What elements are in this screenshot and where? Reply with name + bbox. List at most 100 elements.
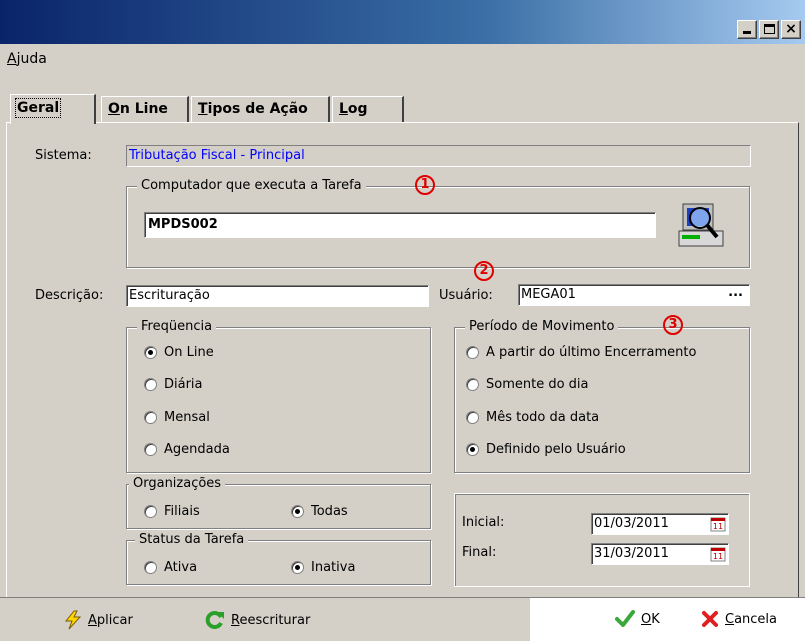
status-inativa-radio[interactable]: Inativa <box>291 560 355 575</box>
usuario-label: Usuário: <box>439 288 493 303</box>
status-ativa-radio[interactable]: Ativa <box>144 560 197 575</box>
sistema-field: Tributação Fiscal - Principal <box>126 145 751 167</box>
ok-button[interactable]: OK <box>615 610 660 628</box>
svg-text:11: 11 <box>713 522 723 531</box>
final-label: Final: <box>462 545 497 560</box>
datas-panel <box>454 493 750 587</box>
minimize-icon <box>743 31 751 34</box>
calendar-icon[interactable]: 11 <box>710 516 726 532</box>
radio-selected-icon <box>144 346 157 359</box>
organizacoes-todas-radio[interactable]: Todas <box>291 504 348 519</box>
annotation-1-badge: 1 <box>415 175 435 195</box>
radio-icon <box>144 378 157 391</box>
periodo-legend: Período de Movimento <box>465 319 619 334</box>
descricao-input[interactable]: Escrituração <box>126 285 429 307</box>
periodo-definido-usuario-radio[interactable]: Definido pelo Usuário <box>466 442 626 457</box>
final-value: 31/03/2011 <box>594 546 669 561</box>
periodo-somente-dia-radio[interactable]: Somente do dia <box>466 377 589 392</box>
maximize-button[interactable] <box>759 20 779 39</box>
footer-toolbar: Aplicar Reescriturar OK Cancela <box>0 597 805 642</box>
inicial-label: Inicial: <box>462 515 505 530</box>
tab-log-mnemonic: L <box>339 101 348 117</box>
radio-icon <box>144 561 157 574</box>
periodo-opt4-label: Definido pelo Usuário <box>486 442 626 457</box>
title-bar: × <box>0 0 805 44</box>
aplicar-mnemonic: A <box>88 612 97 628</box>
radio-icon <box>466 346 479 359</box>
refresh-icon <box>205 611 224 629</box>
tab-online[interactable]: On Line <box>101 96 189 122</box>
radio-icon <box>144 505 157 518</box>
reescriturar-label: eescriturar <box>239 612 311 628</box>
tab-tipos-de-acao[interactable]: Tipos de Ação <box>191 96 330 122</box>
ok-label: K <box>651 611 660 627</box>
cancel-x-icon <box>702 611 718 627</box>
periodo-ultimo-encerramento-radio[interactable]: A partir do último Encerramento <box>466 345 696 360</box>
tab-tipos-mnemonic: T <box>198 101 208 117</box>
frequencia-diaria-label: Diária <box>164 377 203 392</box>
computador-input[interactable]: MPDS002 <box>144 212 656 238</box>
tab-tipos-label: ipos de Ação <box>207 101 308 117</box>
periodo-mes-todo-radio[interactable]: Mês todo da data <box>466 410 599 425</box>
descricao-label: Descrição: <box>35 288 104 303</box>
close-icon: × <box>785 21 797 37</box>
radio-icon <box>466 411 479 424</box>
menu-help-mnemonic: A <box>7 51 17 67</box>
radio-selected-icon <box>291 505 304 518</box>
svg-text:11: 11 <box>713 552 723 561</box>
cancela-button[interactable]: Cancela <box>701 610 777 628</box>
periodo-opt1-label: A partir do último Encerramento <box>486 345 697 360</box>
calendar-icon[interactable]: 11 <box>710 546 726 562</box>
ok-mnemonic: O <box>641 611 652 627</box>
tab-online-mnemonic: O <box>108 101 120 117</box>
annotation-2-badge: 2 <box>474 261 494 281</box>
organizacoes-legend: Organizações <box>129 476 226 491</box>
inicial-date-input[interactable]: 01/03/2011 11 <box>591 513 729 535</box>
frequencia-mensal-label: Mensal <box>164 410 210 425</box>
descricao-value: Escrituração <box>129 288 210 303</box>
lightning-icon <box>64 610 82 630</box>
status-tarefa-legend: Status da Tarefa <box>135 532 249 547</box>
maximize-icon <box>764 24 775 34</box>
menu-bar: Ajuda <box>0 44 805 77</box>
status-ativa-label: Ativa <box>164 560 198 575</box>
computador-legend: Computador que executa a Tarefa <box>137 178 366 193</box>
sistema-value: Tributação Fiscal - Principal <box>129 148 305 163</box>
aplicar-button[interactable]: Aplicar <box>64 610 133 630</box>
organizacoes-filiais-radio[interactable]: Filiais <box>144 504 200 519</box>
menu-help-label: juda <box>16 51 47 67</box>
inicial-value: 01/03/2011 <box>594 516 669 531</box>
close-button[interactable]: × <box>781 20 801 39</box>
cancela-label: ancela <box>734 611 778 627</box>
frequencia-online-label: On Line <box>164 345 214 360</box>
radio-icon <box>144 411 157 424</box>
aplicar-label: plicar <box>96 612 133 628</box>
minimize-button[interactable] <box>737 20 757 39</box>
reescriturar-button[interactable]: Reescriturar <box>205 610 310 630</box>
radio-icon <box>144 443 157 456</box>
tab-geral-label: Geral <box>14 98 62 118</box>
radio-selected-icon <box>291 561 304 574</box>
usuario-input[interactable]: MEGA01 ... <box>518 284 750 306</box>
frequencia-agendada-radio[interactable]: Agendada <box>144 442 230 457</box>
computer-search-icon[interactable] <box>670 201 730 251</box>
final-date-input[interactable]: 31/03/2011 11 <box>591 543 729 565</box>
frequencia-agendada-label: Agendada <box>164 442 230 457</box>
tab-geral[interactable]: Geral <box>10 94 96 124</box>
tab-log[interactable]: Log <box>332 96 404 122</box>
checkmark-icon <box>615 610 635 627</box>
annotation-3-badge: 3 <box>663 315 683 335</box>
dialog-client: Geral On Line Tipos de Ação Log Sistema:… <box>0 77 805 597</box>
tab-log-label: og <box>347 101 368 117</box>
frequencia-online-radio[interactable]: On Line <box>144 345 214 360</box>
periodo-opt3-label: Mês todo da data <box>486 410 600 425</box>
organizacoes-todas-label: Todas <box>311 504 348 519</box>
frequencia-mensal-radio[interactable]: Mensal <box>144 410 210 425</box>
menu-help[interactable]: Ajuda <box>7 51 47 67</box>
window-controls: × <box>737 20 801 39</box>
tab-online-label: n Line <box>119 101 168 117</box>
usuario-lookup-button[interactable]: ... <box>728 285 743 300</box>
computador-value: MPDS002 <box>148 217 218 232</box>
usuario-value: MEGA01 <box>521 287 576 302</box>
frequencia-diaria-radio[interactable]: Diária <box>144 377 203 392</box>
